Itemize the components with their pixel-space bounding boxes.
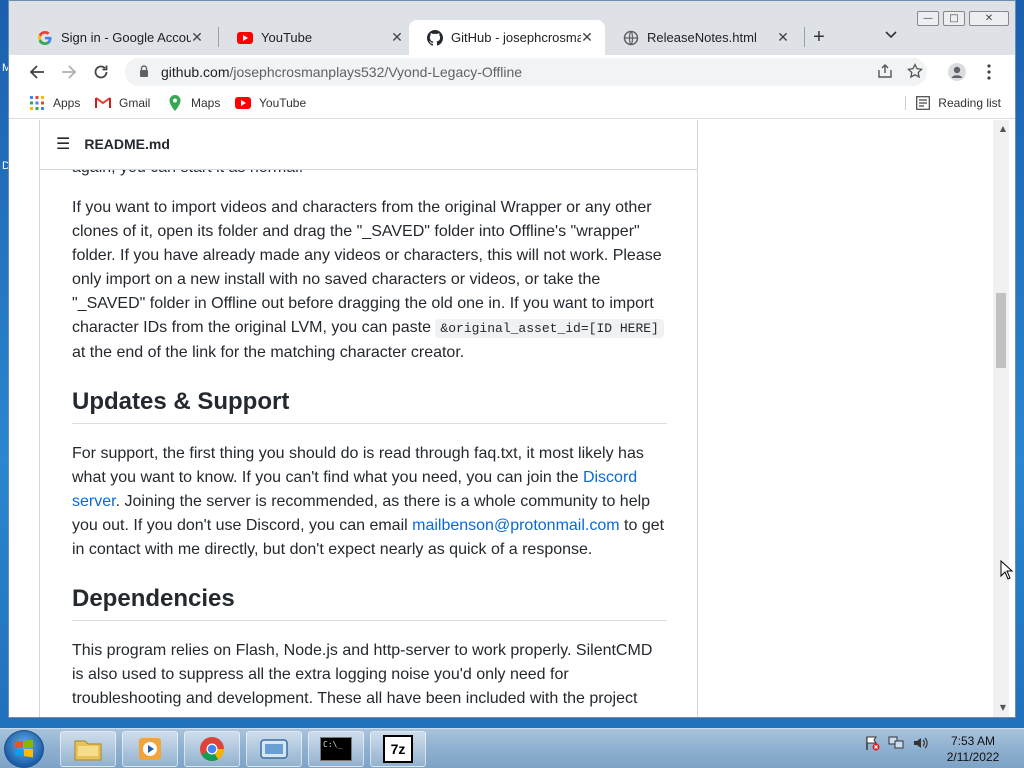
close-tab-icon[interactable]: ✕ [189,29,205,46]
forward-button[interactable] [57,60,81,84]
readme-filename: README.md [84,135,170,152]
command-prompt-icon[interactable]: C:\_ [308,731,364,767]
tab-github[interactable]: GitHub - josephcrosmanplays532 ✕ [409,20,605,55]
bookmark-label: YouTube [259,96,307,110]
page-scrollbar[interactable]: ▲ ▼ [993,120,1009,717]
close-window-button[interactable]: ✕ [969,11,1009,26]
paragraph-support: For support, the first thing you should … [72,445,665,558]
reading-list-label: Reading list [938,96,1001,110]
reload-button[interactable] [89,60,113,84]
url-host: github.com [161,64,230,80]
heading-updates-support: Updates & Support [72,387,667,424]
apps-grid-icon [29,96,45,110]
bookmark-label: Gmail [119,96,151,110]
tab-title: GitHub - josephcrosmanplays532 [451,30,581,45]
action-center-flag-icon[interactable] [864,735,880,751]
file-explorer-icon[interactable] [60,731,116,767]
lock-icon[interactable] [139,65,151,79]
tab-releasenotes[interactable]: ReleaseNotes.html ✕ [605,20,801,55]
youtube-icon [235,96,251,110]
gmail-icon [95,96,111,110]
readme-box: ☰ README.md again, you can start it as n… [39,120,698,717]
reading-list-button[interactable]: Reading list [905,96,1001,110]
bookmark-maps[interactable]: Maps [167,95,221,111]
7zip-icon[interactable]: 7z [370,731,426,767]
scrollbar-thumb[interactable] [996,293,1006,368]
close-tab-icon[interactable]: ✕ [775,29,791,46]
vyond-app-icon[interactable] [246,731,302,767]
clock-date: 2/11/2022 [946,750,1000,764]
chrome-icon[interactable] [184,731,240,767]
menu-kebab-icon[interactable] [977,60,1001,84]
scroll-down-arrow-icon[interactable]: ▼ [1000,703,1006,712]
profile-avatar[interactable] [945,60,969,84]
youtube-icon [237,30,253,46]
heading-dependencies: Dependencies [72,584,667,621]
scroll-up-arrow-icon[interactable]: ▲ [1000,124,1006,133]
network-icon[interactable] [888,735,904,751]
share-icon[interactable] [877,63,893,83]
maximize-button[interactable]: □ [943,11,965,26]
paragraph-dependencies: This program relies on Flash, Node.js an… [72,642,653,707]
start-button[interactable] [4,730,44,768]
back-button[interactable] [25,60,49,84]
mouse-cursor-icon [1000,559,1014,585]
media-player-icon[interactable] [122,731,178,767]
tab-search-chevron-icon[interactable] [885,27,897,42]
clock-time: 7:53 AM [950,734,996,748]
volume-icon[interactable] [912,735,928,751]
globe-icon [623,30,639,46]
toolbar: github.com/josephcrosmanplays532/Vyond-L… [9,55,1015,89]
taskbar-clock[interactable]: 7:53 AM 2/11/2022 [936,733,1010,765]
url-path: /josephcrosmanplays532/Vyond-Legacy-Offl… [229,64,523,80]
tab-strip: Sign in - Google Accounts ✕ YouTube ✕ Gi… [9,1,1015,55]
page-content: ☰ README.md again, you can start it as n… [9,120,1009,717]
taskbar: C:\_ 7z 7:53 AM 2/11/2022 [0,728,1024,768]
tab-title: Sign in - Google Accounts [61,30,191,45]
address-bar[interactable]: github.com/josephcrosmanplays532/Vyond-L… [125,58,927,86]
minimize-button[interactable]: — [917,11,939,26]
bookmark-gmail[interactable]: Gmail [95,96,150,110]
maps-icon [167,95,183,111]
paragraph-import: If you want to import videos and charact… [72,196,667,365]
tab-title: ReleaseNotes.html [647,30,757,45]
reading-list-icon [916,96,931,110]
tab-google-signin[interactable]: Sign in - Google Accounts ✕ [19,20,215,55]
bookmark-youtube[interactable]: YouTube [235,96,306,110]
system-tray [864,735,936,751]
bookmarks-bar: Apps Gmail Maps YouTube Reading list [9,89,1015,119]
close-tab-icon[interactable]: ✕ [389,29,405,46]
bookmark-label: Maps [191,96,221,110]
new-tab-button[interactable]: + [807,26,831,49]
readme-header: ☰ README.md [40,120,697,170]
google-g-icon [37,30,53,46]
email-link[interactable]: mailbenson@protonmail.com [412,517,619,534]
github-icon [427,29,443,46]
outline-list-icon[interactable]: ☰ [56,134,70,153]
readme-body: again, you can start it as normal. If yo… [72,156,667,717]
bookmark-apps[interactable]: Apps [29,96,80,110]
bookmark-label: Apps [53,96,81,110]
bookmark-star-icon[interactable] [906,62,924,83]
tab-youtube[interactable]: YouTube ✕ [219,20,415,55]
browser-window: Sign in - Google Accounts ✕ YouTube ✕ Gi… [8,0,1016,718]
inline-code: &original_asset_id=[ID HERE] [435,319,664,338]
close-tab-icon[interactable]: ✕ [579,29,595,46]
tab-title: YouTube [261,30,313,45]
